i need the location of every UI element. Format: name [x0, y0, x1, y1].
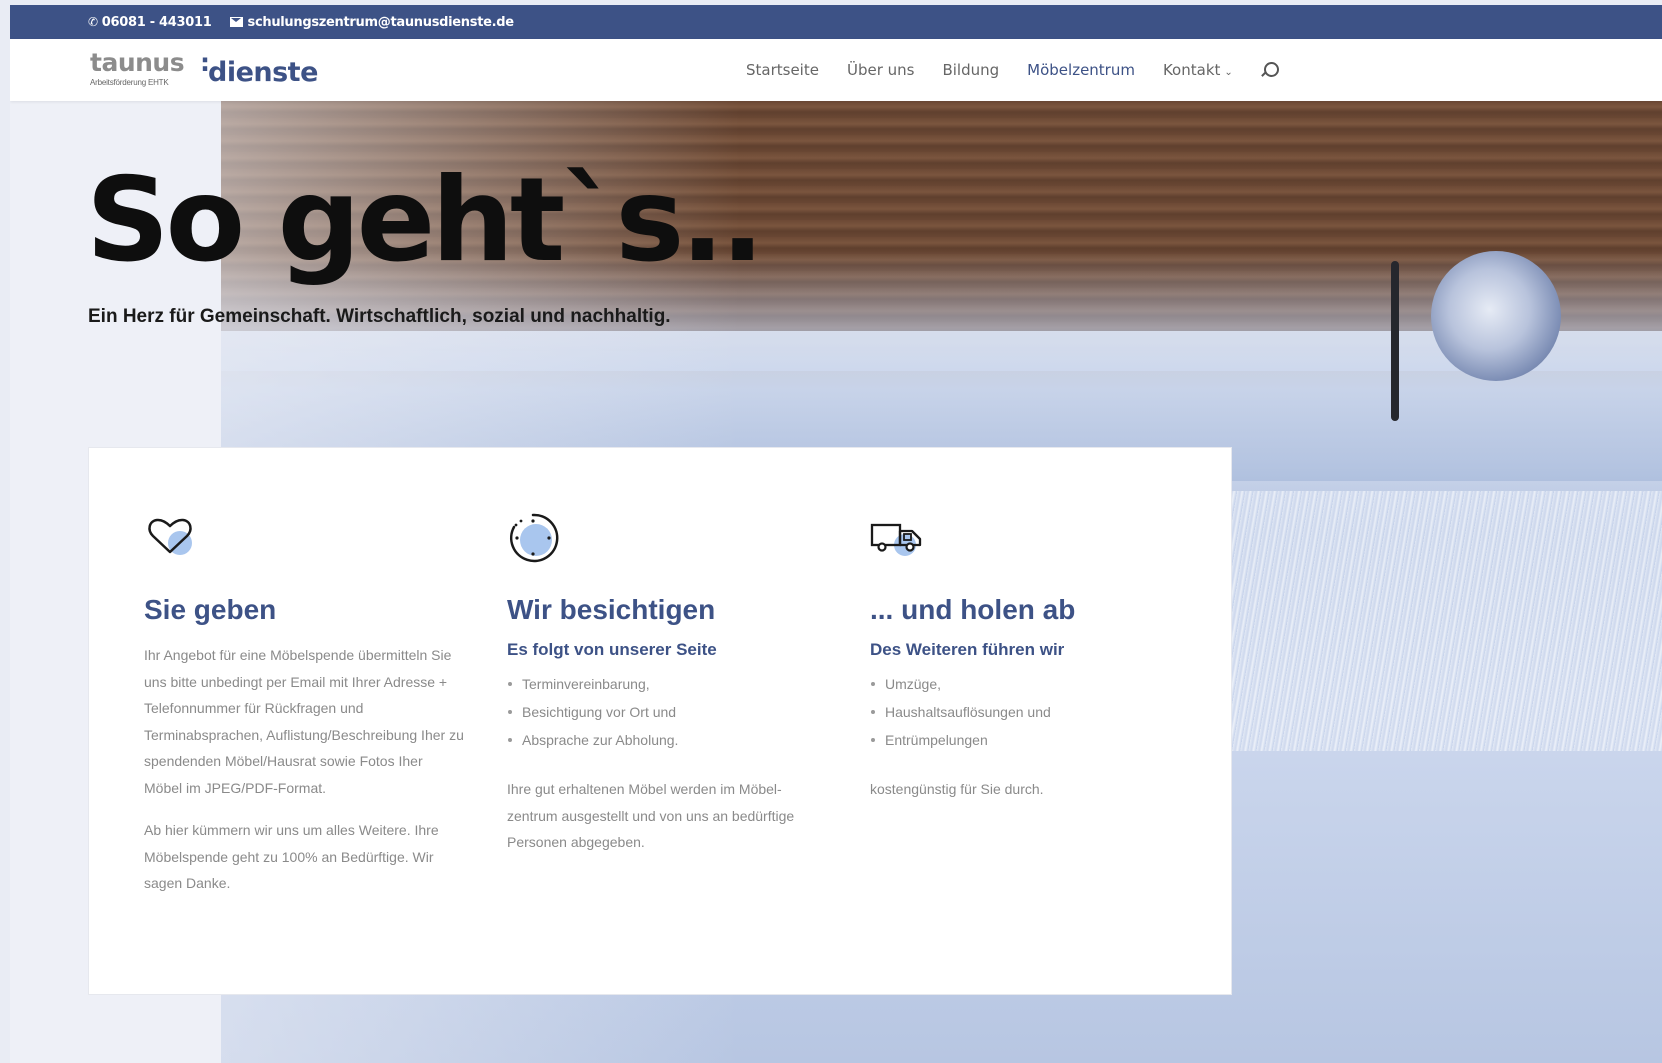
site-logo[interactable]: taunus : dienste Arbeitsförderung EHTK — [90, 47, 330, 93]
email-link[interactable]: schulungszentrum@taunusdienste.de — [229, 14, 515, 30]
info-card: Sie geben Ihr Angebot für eine Möbelspen… — [88, 447, 1232, 995]
lamp-pole — [1391, 261, 1399, 421]
logo-dienste-text: dienste — [208, 57, 318, 88]
nav-item-startseite[interactable]: Startseite — [746, 61, 819, 79]
column-list: Umzüge, Haushaltsauflösungen und Entrümp… — [870, 670, 1051, 754]
fur-blanket — [1221, 491, 1662, 751]
hero-title: So geht`s.. — [86, 153, 765, 288]
list-item: Haushaltsauflösungen und — [870, 698, 1051, 726]
list-item: Umzüge, — [870, 670, 1051, 698]
heart-icon — [144, 510, 200, 566]
list-item: Entrümpelungen — [870, 726, 1051, 754]
logo-subtitle: Arbeitsförderung EHTK — [90, 78, 169, 87]
column-list: Terminvereinbarung, Besichtigung vor Ort… — [507, 670, 678, 754]
top-contact-bar: ✆ 06081 - 443011 schulungszentrum@taunus… — [10, 5, 1662, 39]
nav-item-ueber-uns[interactable]: Über uns — [847, 61, 915, 79]
nav-item-bildung[interactable]: Bildung — [942, 61, 999, 79]
site-header: taunus : dienste Arbeitsförderung EHTK S… — [10, 39, 1662, 101]
chevron-down-icon: ⌄ — [1224, 67, 1233, 78]
main-nav: Startseite Über uns Bildung Möbelzentrum… — [746, 39, 1279, 101]
column-heading: ... und holen ab — [870, 594, 1076, 625]
browser-frame: ✆ 06081 - 443011 schulungszentrum@taunus… — [0, 0, 1662, 1063]
mail-icon — [229, 17, 243, 27]
column-subheading: Es folgt von unserer Seite — [507, 640, 717, 659]
column-heading: Wir besichtigen — [507, 594, 716, 625]
nav-item-kontakt[interactable]: Kontakt ⌄ — [1163, 61, 1233, 79]
column-paragraph: Ihre gut erhaltenen Möbel werden im Möbe… — [507, 781, 795, 850]
clock-icon — [507, 510, 563, 566]
column-subheading: Des Weiteren führen wir — [870, 640, 1065, 659]
phone-icon: ✆ — [88, 15, 98, 29]
list-item: Absprache zur Abholung. — [507, 726, 678, 754]
truck-icon — [870, 510, 926, 566]
column-heading: Sie geben — [144, 594, 277, 625]
list-item: Terminvereinbarung, — [507, 670, 678, 698]
column-paragraph: kostengünstig für Sie durch. — [870, 781, 1044, 797]
nav-item-kontakt-label: Kontakt — [1162, 61, 1221, 79]
lamp-globe — [1431, 251, 1561, 381]
page: ✆ 06081 - 443011 schulungszentrum@taunus… — [10, 5, 1662, 1063]
logo-taunus-text: taunus — [90, 48, 185, 77]
email-address: schulungszentrum@taunusdienste.de — [247, 14, 515, 30]
search-icon[interactable] — [1261, 62, 1279, 78]
nav-item-moebelzentrum[interactable]: Möbelzentrum — [1027, 61, 1135, 79]
phone-link[interactable]: ✆ 06081 - 443011 — [88, 15, 212, 30]
column-paragraph: Ab hier kümmern wir uns um alles Weitere… — [144, 822, 439, 891]
phone-number: 06081 - 443011 — [101, 14, 212, 30]
hero-subtitle: Ein Herz für Gemeinschaft. Wirtschaftlic… — [88, 306, 671, 327]
column-paragraph: Ihr Angebot für eine Möbelspende übermit… — [144, 647, 464, 796]
list-item: Besichtigung vor Ort und — [507, 698, 678, 726]
